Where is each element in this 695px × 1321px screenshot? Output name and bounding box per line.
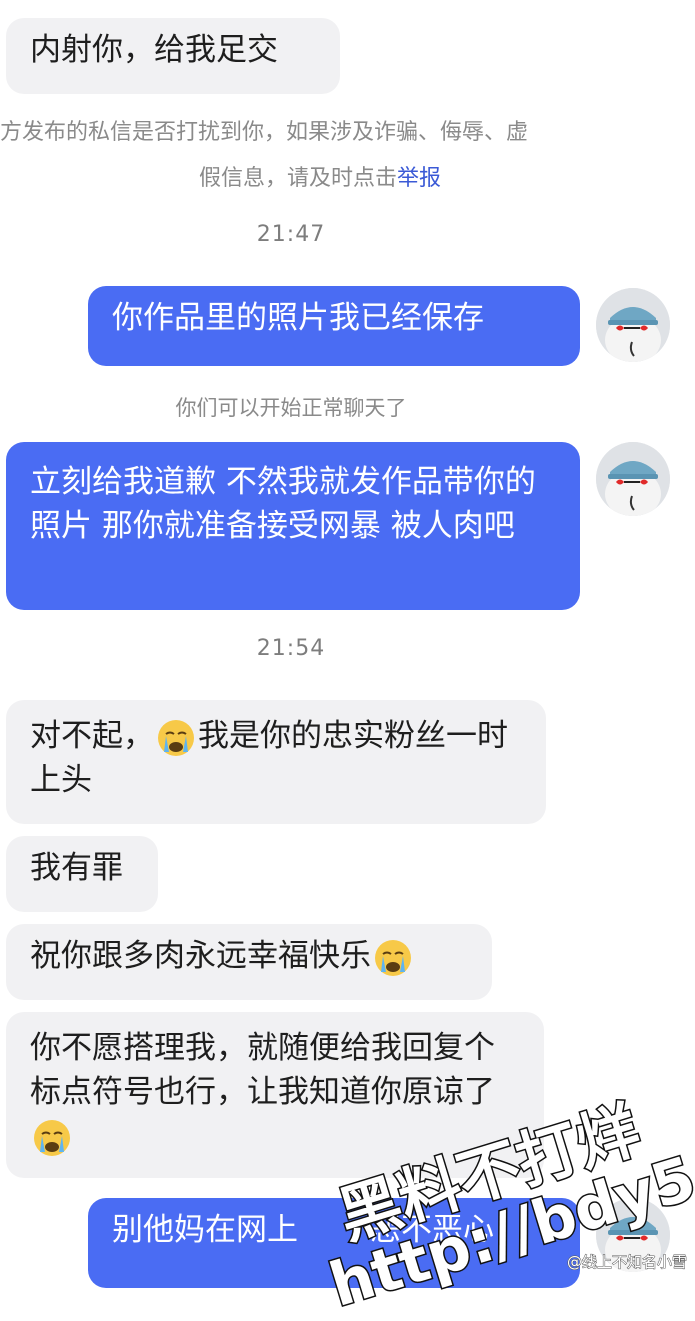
timestamp: 21:47 — [256, 222, 326, 247]
message-text: 祝你跟多肉永远幸福快乐 — [30, 938, 371, 974]
chat-thread: 内射你，给我足交 方发布的私信是否打扰到你，如果涉及诈骗、侮辱、虚 假信息，请及… — [0, 0, 695, 1321]
incoming-message-bubble[interactable]: 祝你跟多肉永远幸福快乐 — [6, 924, 492, 1000]
notice-line-2: 假信息，请及时点击举报 — [0, 156, 640, 202]
cat-avatar-icon — [596, 442, 670, 516]
incoming-message-bubble[interactable]: 我有罪 — [6, 836, 158, 912]
credit-watermark: @线上不知名小雪 — [566, 1253, 687, 1272]
avatar[interactable] — [596, 442, 670, 516]
message-text: 我有罪 — [30, 850, 123, 886]
message-text: 对不起， — [30, 718, 154, 754]
cat-avatar-icon — [596, 288, 670, 362]
outgoing-message-bubble[interactable]: 立刻给我道歉 不然我就发作品带你的照片 那你就准备接受网暴 被人肉吧 — [6, 442, 580, 610]
avatar[interactable] — [596, 288, 670, 362]
system-message: 你们可以开始正常聊天了 — [175, 396, 407, 420]
crying-face-icon — [375, 939, 411, 976]
notice-line-2-text: 假信息，请及时点击 — [198, 166, 397, 191]
message-text: 你不愿搭理我，就随便给我回复个标点符号也行，让我知道你原谅了 — [30, 1030, 495, 1110]
crying-face-icon — [34, 1119, 70, 1156]
message-text: 立刻给我道歉 不然我就发作品带你的照片 那你就准备接受网暴 被人肉吧 — [30, 464, 536, 544]
timestamp: 21:54 — [256, 636, 326, 661]
message-text: 你作品里的照片我已经保存 — [112, 300, 484, 336]
incoming-message-bubble[interactable]: 对不起， 我是你的忠实粉丝一时上头 — [6, 700, 546, 824]
outgoing-message-bubble[interactable]: 你作品里的照片我已经保存 — [88, 286, 580, 366]
crying-face-icon — [158, 719, 194, 756]
report-link[interactable]: 举报 — [397, 166, 441, 191]
message-text: 别他妈在网上 — [112, 1212, 298, 1248]
message-text: 内射你，给我足交 — [30, 32, 278, 68]
privacy-notice: 方发布的私信是否打扰到你，如果涉及诈骗、侮辱、虚 假信息，请及时点击举报 — [0, 110, 640, 202]
notice-line-1: 方发布的私信是否打扰到你，如果涉及诈骗、侮辱、虚 — [0, 120, 529, 145]
incoming-message-bubble[interactable]: 内射你，给我足交 — [6, 18, 340, 94]
